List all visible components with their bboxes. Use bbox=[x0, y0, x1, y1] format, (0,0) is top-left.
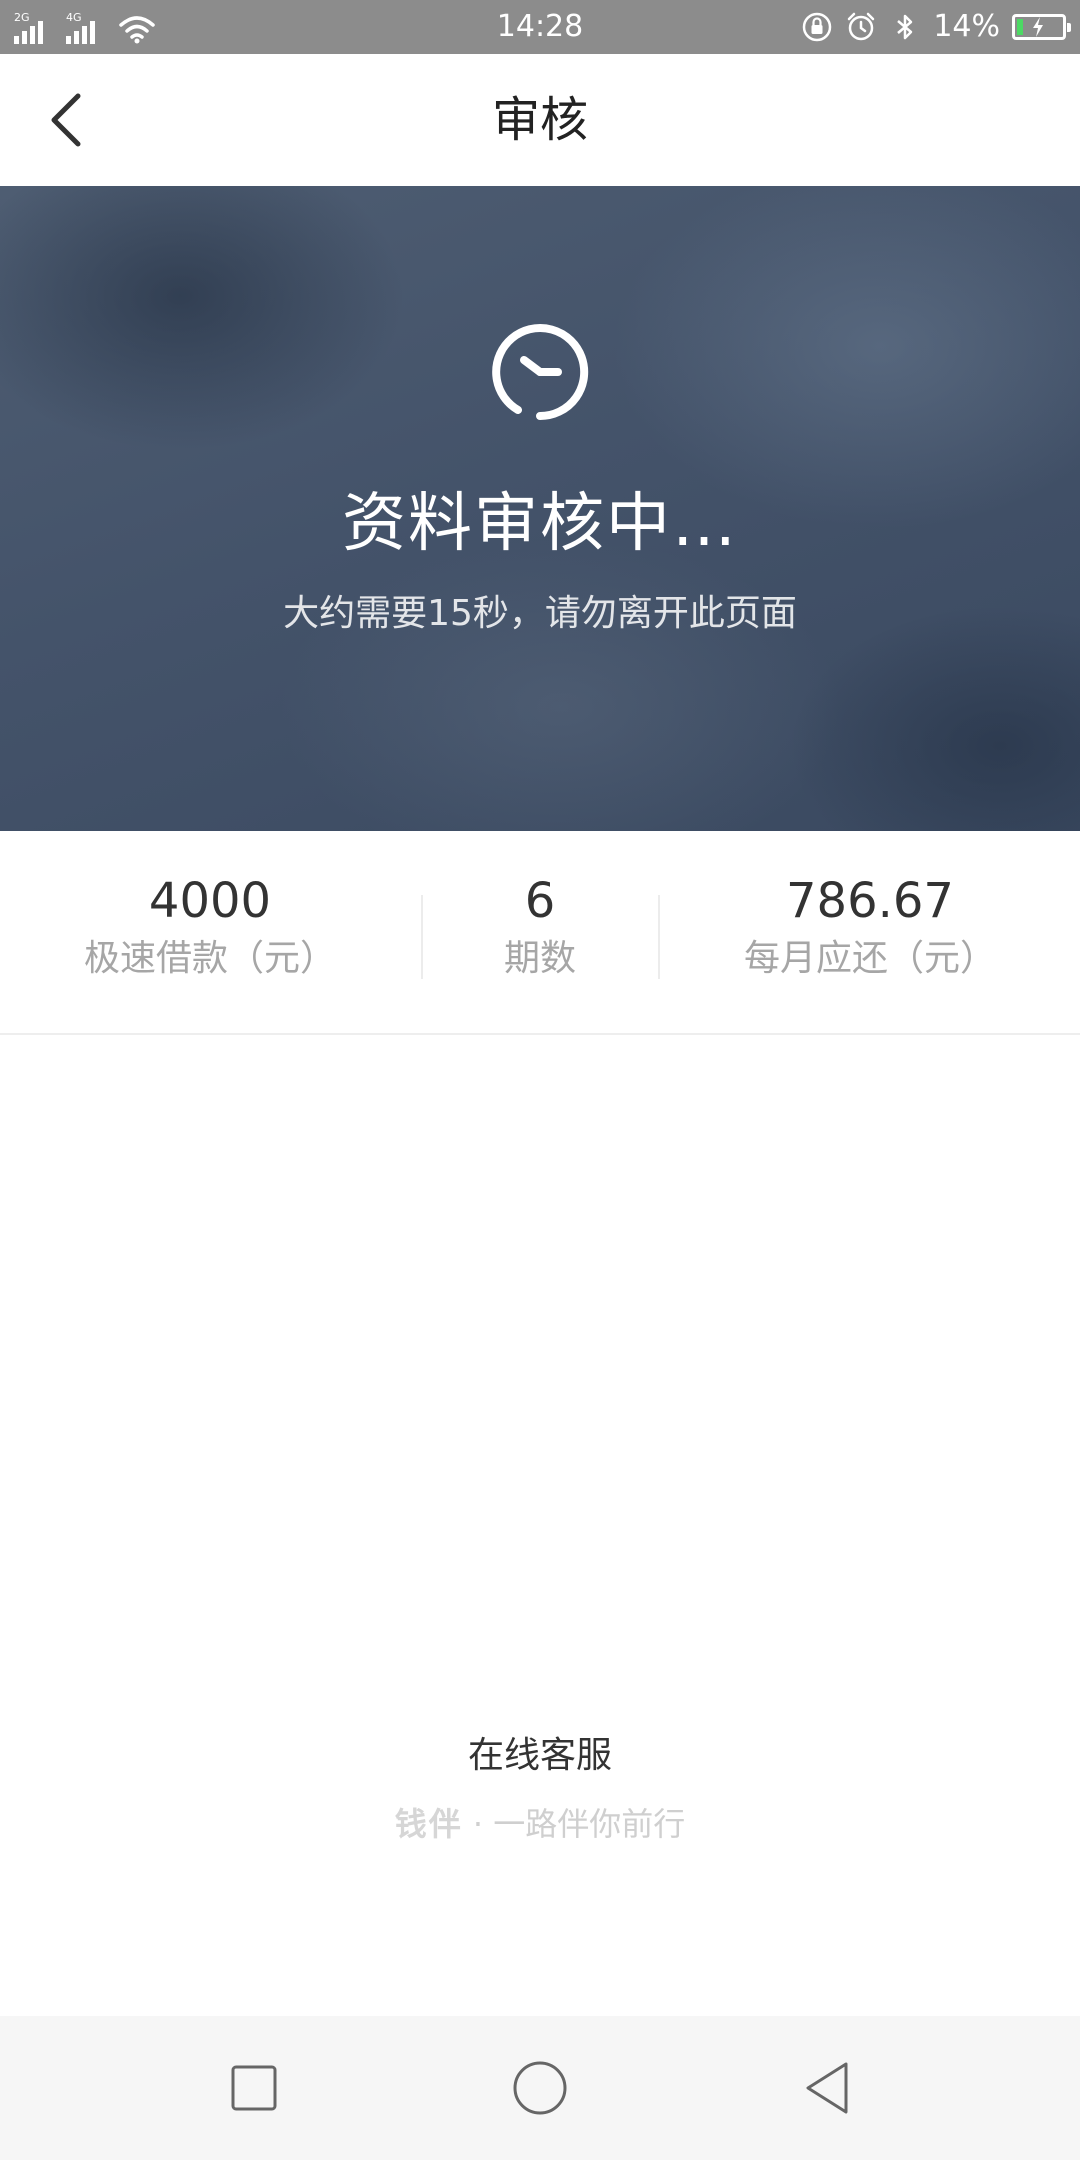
stat-divider bbox=[658, 895, 660, 979]
brand-name: 钱伴 bbox=[394, 1805, 463, 1843]
review-status-subtitle: 大约需要15秒，请勿离开此页面 bbox=[283, 593, 797, 634]
lock-rotation-icon bbox=[803, 12, 832, 42]
status-icons: 14% bbox=[801, 8, 1071, 46]
installments-value: 6 bbox=[524, 873, 556, 929]
alarm-icon bbox=[848, 12, 875, 41]
home-icon bbox=[513, 2061, 567, 2115]
monthly-payment-stat: 786.67 每月应还（元） bbox=[700, 871, 1040, 983]
brand-slogan: 钱伴 · 一路伴你前行 bbox=[0, 1802, 1080, 1846]
recent-apps-button[interactable] bbox=[222, 2056, 286, 2120]
installments-stat: 6 期数 bbox=[440, 871, 640, 983]
system-nav-bar bbox=[0, 2016, 1080, 2160]
recent-apps-icon bbox=[231, 2065, 277, 2111]
clock-icon bbox=[492, 324, 589, 421]
status-bar: 2G 4G 14:28 14% bbox=[0, 0, 1080, 54]
brand-separator: · bbox=[472, 1805, 484, 1843]
review-status-title: 资料审核中… bbox=[342, 487, 738, 561]
battery-charging-icon bbox=[1012, 14, 1071, 40]
loan-amount-value: 4000 bbox=[148, 873, 272, 929]
home-button[interactable] bbox=[508, 2056, 572, 2120]
bluetooth-icon bbox=[897, 14, 913, 40]
battery-percent: 14% bbox=[933, 9, 1000, 44]
monthly-payment-value: 786.67 bbox=[786, 873, 954, 929]
page-title: 审核 bbox=[491, 92, 588, 148]
monthly-payment-label: 每月应还（元） bbox=[743, 938, 996, 979]
nav-back-button[interactable] bbox=[796, 2056, 860, 2120]
battery-level-fill bbox=[1017, 19, 1023, 35]
charging-bolt-icon bbox=[1033, 17, 1043, 37]
loan-amount-stat: 4000 极速借款（元） bbox=[40, 871, 380, 983]
stat-divider bbox=[421, 895, 423, 979]
slogan-text: 一路伴你前行 bbox=[493, 1805, 686, 1843]
installments-label: 期数 bbox=[503, 938, 576, 979]
online-service-link[interactable]: 在线客服 bbox=[0, 1732, 1080, 1780]
app-header: 审核 bbox=[0, 54, 1080, 186]
back-icon bbox=[806, 2062, 848, 2114]
review-status-banner: 资料审核中… 大约需要15秒，请勿离开此页面 bbox=[0, 186, 1080, 831]
loan-amount-label: 极速借款（元） bbox=[83, 938, 336, 979]
loan-summary: 4000 极速借款（元） 6 期数 786.67 每月应还（元） bbox=[0, 831, 1080, 1035]
